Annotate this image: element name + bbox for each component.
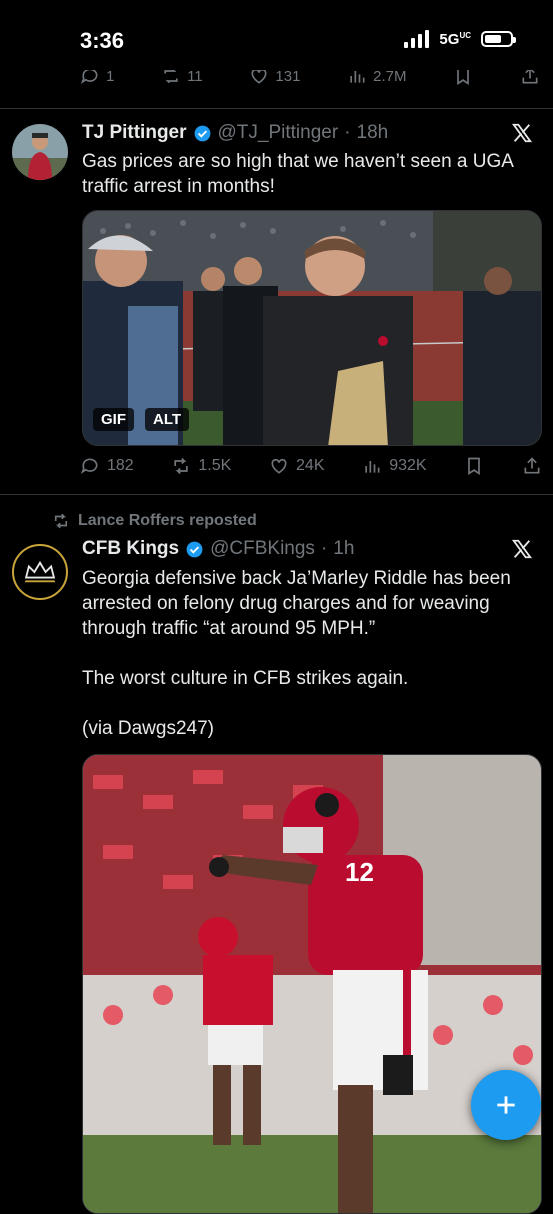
tweet-time[interactable]: 1h <box>333 538 354 560</box>
share-button[interactable] <box>522 456 542 476</box>
previous-tweet-actions: 1 11 131 2.7M <box>80 70 540 90</box>
verified-icon <box>186 541 203 557</box>
prev-views-count: 2.7M <box>373 70 407 85</box>
prev-bookmark-button[interactable] <box>453 70 473 90</box>
divider <box>0 108 553 109</box>
bookmark-icon <box>457 70 470 86</box>
author-handle[interactable]: @TJ_Pittinger <box>218 122 339 144</box>
reply-count: 182 <box>107 457 134 474</box>
author-handle[interactable]: @CFBKings <box>210 538 315 560</box>
battery-icon <box>481 31 516 47</box>
alt-badge[interactable]: ALT <box>145 408 190 431</box>
views-count: 932K <box>389 457 427 474</box>
status-time: 3:36 <box>80 28 125 53</box>
prev-share-button[interactable] <box>520 70 540 90</box>
separator: · <box>344 122 351 143</box>
tweet-text: Georgia defensive back Ja’Marley Riddle … <box>82 568 511 739</box>
repost-context[interactable]: Lance Roffers reposted <box>52 512 257 530</box>
views-icon <box>350 71 365 83</box>
jersey-number: 12 <box>345 857 374 887</box>
like-button[interactable]: 24K <box>269 456 325 476</box>
prev-like-count: 131 <box>275 70 301 85</box>
verified-icon <box>194 125 210 141</box>
prev-views-button[interactable]: 2.7M <box>347 70 407 90</box>
author-name[interactable]: CFB Kings <box>82 538 179 560</box>
repost-button[interactable]: 1.5K <box>171 456 231 476</box>
repost-count: 1.5K <box>198 457 232 474</box>
football-player-photo: 12 <box>83 755 541 1213</box>
tweet-actions: 182 1.5K 24K 932K <box>80 456 542 476</box>
like-icon <box>251 70 267 84</box>
repost-icon <box>164 70 178 84</box>
repost-icon <box>174 457 189 475</box>
tweet-text: Gas prices are so high that we haven’t s… <box>82 151 519 197</box>
prev-reply-button[interactable]: 1 <box>80 70 114 90</box>
repost-icon <box>54 513 68 529</box>
author-name[interactable]: TJ Pittinger <box>82 122 187 144</box>
network-type: 5GUC <box>439 30 471 48</box>
avatar[interactable] <box>12 544 68 600</box>
prev-like-button[interactable]: 131 <box>249 70 300 90</box>
reply-button[interactable]: 182 <box>80 456 134 476</box>
prev-reply-count: 1 <box>106 70 115 85</box>
x-logo-icon[interactable] <box>511 122 533 144</box>
separator: · <box>320 538 328 559</box>
reply-icon <box>80 458 98 474</box>
gif-badge: GIF <box>93 408 134 431</box>
views-icon <box>365 461 380 473</box>
status-bar: 3:36 5GUC <box>0 0 553 80</box>
x-logo-icon[interactable] <box>511 538 533 560</box>
like-icon <box>271 458 287 474</box>
views-button[interactable]: 932K <box>362 456 427 476</box>
reply-icon <box>80 70 98 84</box>
prev-repost-button[interactable]: 11 <box>161 70 203 90</box>
repost-context-label: Lance Roffers reposted <box>78 512 257 529</box>
tweet-media-photo[interactable]: 12 <box>82 754 542 1214</box>
signal-icon <box>404 30 430 48</box>
prev-repost-count: 11 <box>187 70 203 85</box>
bookmark-button[interactable] <box>464 456 484 476</box>
bookmark-icon <box>468 457 481 476</box>
tweet-header: CFB Kings @CFBKings · 1h <box>82 538 354 560</box>
tweet-media-gif[interactable]: GIF ALT <box>82 210 542 446</box>
like-count: 24K <box>296 457 325 474</box>
divider <box>0 494 553 495</box>
share-icon <box>522 70 538 84</box>
share-icon <box>524 457 540 474</box>
compose-icon <box>497 1096 515 1114</box>
compose-button[interactable] <box>471 1070 541 1140</box>
crown-logo-icon <box>24 560 56 583</box>
status-indicators: 5GUC <box>404 30 516 48</box>
tweet-time[interactable]: 18h <box>357 122 389 144</box>
tweet-header: TJ Pittinger @TJ_Pittinger · 18h <box>82 122 388 144</box>
avatar[interactable] <box>12 124 68 180</box>
